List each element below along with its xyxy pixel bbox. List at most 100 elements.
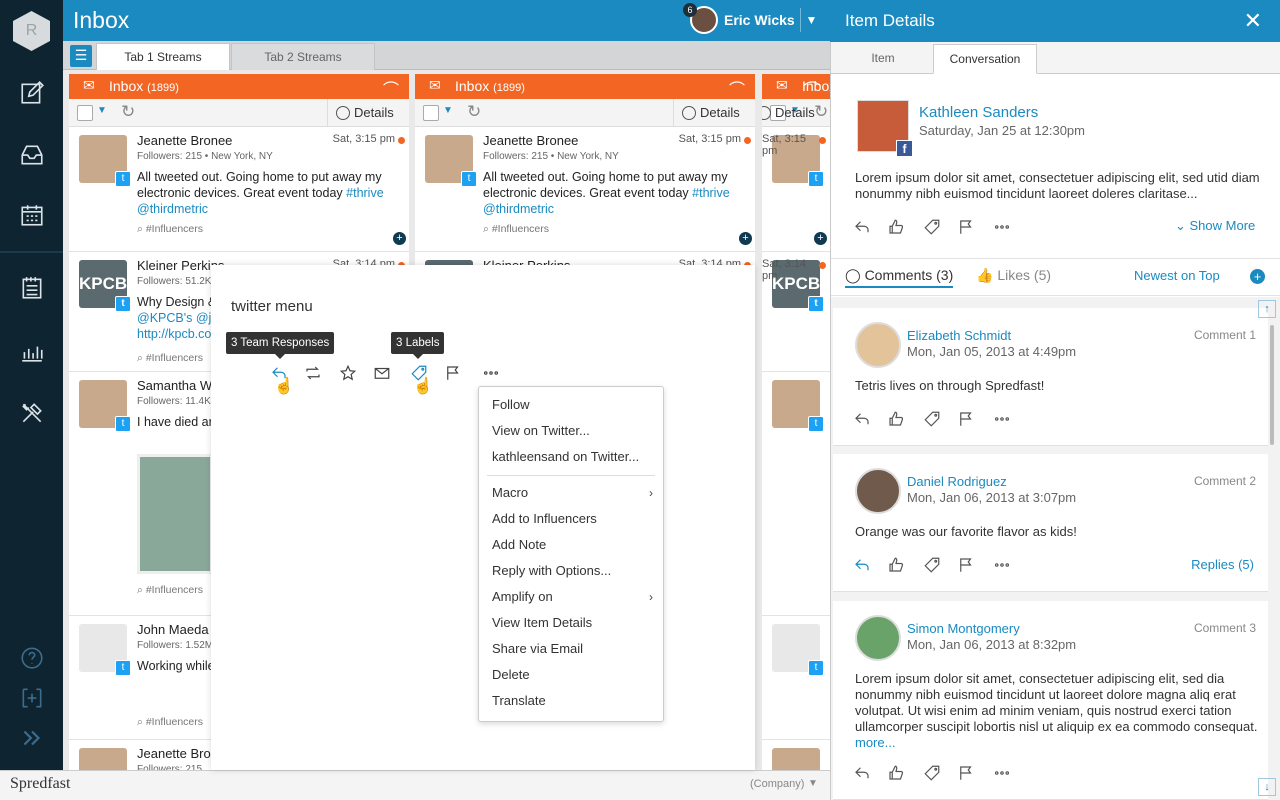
hashtag-link[interactable]: #thrive bbox=[346, 186, 384, 200]
stream-title[interactable]: Inbox (1899) bbox=[455, 78, 525, 94]
menu-item-macro[interactable]: Macro bbox=[492, 485, 528, 500]
menu-item-delete[interactable]: Delete bbox=[492, 667, 530, 682]
tab-conversation[interactable]: Conversation bbox=[933, 44, 1037, 74]
comments-tab[interactable]: ◯ Comments (3) bbox=[845, 267, 954, 288]
stream-post[interactable]: tJeanette BroneeSat, 3:15 pmFollowers: 2… bbox=[762, 127, 830, 252]
more-link[interactable]: more... bbox=[855, 735, 895, 750]
menu-item-translate[interactable]: Translate bbox=[492, 693, 546, 708]
headset-icon[interactable]: ⌒ bbox=[804, 76, 820, 100]
tag-icon[interactable] bbox=[923, 410, 941, 428]
replies-link[interactable]: Replies (5) bbox=[1191, 557, 1254, 572]
stream-post[interactable]: tJohn MaedaFollowers: 1.52MWorking while… bbox=[762, 616, 830, 740]
tag-icon[interactable] bbox=[923, 218, 941, 236]
post-author[interactable]: Jeanette Bron bbox=[137, 746, 218, 761]
mail-icon[interactable] bbox=[371, 362, 393, 384]
post-label[interactable]: ⌕ #Influencers bbox=[483, 223, 549, 236]
tab-streams-2[interactable]: Tab 2 Streams bbox=[231, 43, 375, 70]
post-author[interactable]: Samantha Wa bbox=[137, 378, 219, 393]
inbox-icon[interactable] bbox=[0, 133, 63, 177]
stream-post[interactable]: tJeanette BroneeSat, 3:15 pmFollowers: 2… bbox=[415, 127, 755, 252]
add-icon[interactable]: + bbox=[814, 232, 827, 245]
calendar-icon[interactable] bbox=[0, 193, 63, 237]
menu-icon[interactable]: ☰ bbox=[70, 45, 92, 67]
commenter-name[interactable]: Elizabeth Schmidt bbox=[907, 328, 1011, 343]
flag-icon[interactable] bbox=[957, 410, 975, 428]
select-all-checkbox[interactable] bbox=[77, 105, 93, 121]
commenter-name[interactable]: Daniel Rodriguez bbox=[907, 474, 1007, 489]
more-icon[interactable] bbox=[993, 764, 1011, 782]
stream-post[interactable]: tJeanette BronFollowers: 215 bbox=[762, 740, 830, 774]
tab-item[interactable]: Item bbox=[835, 44, 931, 74]
post-author[interactable]: Jeanette Bronee bbox=[483, 133, 578, 148]
more-icon[interactable] bbox=[993, 218, 1011, 236]
expand-icon[interactable] bbox=[0, 716, 63, 760]
chevron-down-icon[interactable]: ▼ bbox=[97, 105, 107, 116]
mention-link[interactable]: @KPCB's @jo bbox=[137, 311, 218, 325]
hashtag-link[interactable]: #thrive bbox=[692, 186, 730, 200]
tab-streams-1[interactable]: Tab 1 Streams bbox=[96, 43, 230, 70]
stream-post[interactable]: tJeanette BroneeSat, 3:15 pmFollowers: 2… bbox=[69, 127, 409, 252]
reply-icon[interactable] bbox=[853, 556, 871, 574]
like-icon[interactable] bbox=[887, 410, 905, 428]
chevron-down-icon[interactable]: ▼ bbox=[808, 778, 818, 789]
more-icon[interactable] bbox=[480, 362, 502, 384]
like-icon[interactable] bbox=[887, 218, 905, 236]
flag-icon[interactable] bbox=[442, 362, 464, 384]
tag-icon[interactable] bbox=[923, 764, 941, 782]
refresh-icon[interactable]: ↻ bbox=[467, 102, 481, 122]
compose-icon[interactable] bbox=[0, 71, 63, 115]
menu-item-kathleensand-on-twitter[interactable]: kathleensand on Twitter... bbox=[492, 449, 639, 464]
add-icon[interactable]: + bbox=[393, 232, 406, 245]
analytics-icon[interactable] bbox=[0, 329, 63, 373]
tools-icon[interactable] bbox=[0, 391, 63, 435]
headset-icon[interactable]: ⌒ bbox=[383, 76, 399, 100]
mention-link[interactable]: @thirdmetric bbox=[137, 202, 208, 216]
menu-item-view-on-twitter[interactable]: View on Twitter... bbox=[492, 423, 590, 438]
details-button[interactable]: Details bbox=[673, 99, 755, 127]
menu-item-add-note[interactable]: Add Note bbox=[492, 537, 546, 552]
show-more-link[interactable]: ⌄ Show More bbox=[1175, 218, 1255, 234]
tag-icon[interactable] bbox=[923, 556, 941, 574]
post-image[interactable] bbox=[137, 454, 213, 574]
add-icon[interactable]: + bbox=[739, 232, 752, 245]
star-icon[interactable] bbox=[337, 362, 359, 384]
user-name[interactable]: Eric Wicks bbox=[724, 12, 795, 28]
like-icon[interactable] bbox=[887, 764, 905, 782]
post-author[interactable]: Jeanette Bronee bbox=[137, 133, 232, 148]
likes-tab[interactable]: 👍 Likes (5) bbox=[976, 267, 1051, 284]
more-icon[interactable] bbox=[993, 410, 1011, 428]
details-button[interactable]: Details bbox=[327, 99, 409, 127]
url-link[interactable]: http://kpcb.co bbox=[137, 327, 211, 341]
refresh-icon[interactable]: ↻ bbox=[121, 102, 135, 122]
retweet-icon[interactable] bbox=[302, 362, 324, 384]
reply-icon[interactable] bbox=[853, 218, 871, 236]
menu-item-view-item-details[interactable]: View Item Details bbox=[492, 615, 592, 630]
flag-icon[interactable] bbox=[957, 218, 975, 236]
mention-link[interactable]: @thirdmetric bbox=[483, 202, 554, 216]
flag-icon[interactable] bbox=[957, 764, 975, 782]
menu-item-share-via-email[interactable]: Share via Email bbox=[492, 641, 583, 656]
scroll-down-icon[interactable]: ↓ bbox=[1258, 778, 1276, 796]
close-icon[interactable]: ✕ bbox=[1244, 8, 1262, 34]
scroll-up-icon[interactable]: ↑ bbox=[1258, 300, 1276, 318]
menu-item-reply-with-options[interactable]: Reply with Options... bbox=[492, 563, 611, 578]
scrollbar[interactable] bbox=[1270, 325, 1274, 445]
company-selector[interactable]: (Company) bbox=[750, 778, 804, 790]
post-label[interactable]: ⌕ #Influencers bbox=[137, 584, 203, 597]
sort-order[interactable]: Newest on Top bbox=[1134, 268, 1220, 283]
reply-icon[interactable] bbox=[853, 764, 871, 782]
post-label[interactable]: ⌕ #Influencers bbox=[137, 223, 203, 236]
stream-post[interactable]: tSamantha WaFollowers: 11.4KI have died … bbox=[762, 372, 830, 616]
add-stream-icon[interactable] bbox=[0, 676, 63, 720]
help-icon[interactable] bbox=[0, 636, 63, 680]
more-icon[interactable] bbox=[993, 556, 1011, 574]
notes-icon[interactable] bbox=[0, 266, 63, 310]
like-icon[interactable] bbox=[887, 556, 905, 574]
select-all-checkbox[interactable] bbox=[423, 105, 439, 121]
reply-icon[interactable] bbox=[853, 410, 871, 428]
details-button[interactable]: Details bbox=[762, 99, 830, 127]
add-comment-icon[interactable]: + bbox=[1250, 269, 1265, 284]
stream-post[interactable]: KPCBtKleiner PerkinsSat, 3:14 pmFollower… bbox=[762, 252, 830, 372]
post-label[interactable]: ⌕ #Influencers bbox=[137, 716, 203, 729]
stream-title[interactable]: Inbox (1899) bbox=[109, 78, 179, 94]
